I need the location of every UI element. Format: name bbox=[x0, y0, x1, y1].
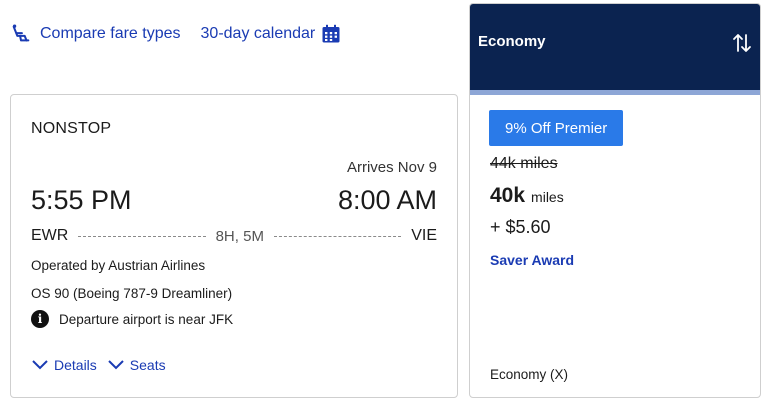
sort-icon[interactable] bbox=[732, 32, 752, 54]
flight-card: NONSTOP Arrives Nov 9 5:55 PM 8:00 AM EW… bbox=[10, 94, 458, 398]
compare-fare-types-link[interactable]: Compare fare types bbox=[10, 23, 181, 45]
top-links: Compare fare types 30-day calendar bbox=[10, 22, 341, 46]
flight-duration: 8H, 5M bbox=[215, 227, 264, 245]
arrival-date: Arrives Nov 9 bbox=[346, 159, 437, 176]
details-toggle[interactable]: Details bbox=[31, 357, 97, 373]
seat-icon bbox=[12, 24, 30, 42]
fare-option[interactable]: 9% Off Premier 44k miles 40k miles + $5.… bbox=[470, 95, 760, 397]
seats-label: Seats bbox=[129, 357, 166, 373]
route-line: EWR 8H, 5M VIE bbox=[31, 225, 437, 247]
miles-value: 40k bbox=[490, 184, 526, 207]
stop-type-label: NONSTOP bbox=[31, 120, 112, 137]
chevron-down-icon bbox=[32, 360, 48, 370]
saver-award-link[interactable]: Saver Award bbox=[490, 252, 574, 268]
operated-by: Operated by Austrian Airlines bbox=[31, 258, 206, 273]
chevron-down-icon bbox=[108, 360, 124, 370]
calendar-icon bbox=[322, 24, 340, 43]
fare-header-title: Economy bbox=[478, 33, 546, 50]
calendar-label: 30-day calendar bbox=[200, 25, 316, 42]
details-label: Details bbox=[54, 357, 97, 373]
fare-taxes: + $5.60 bbox=[490, 217, 551, 237]
departure-time: 5:55 PM bbox=[31, 185, 132, 215]
thirty-day-calendar-link[interactable]: 30-day calendar bbox=[201, 24, 342, 44]
miles-unit: miles bbox=[531, 189, 564, 205]
compare-fare-types-label: Compare fare types bbox=[40, 25, 181, 42]
economy-fare-column: Economy 9% Off Premier 44k miles 40k mil… bbox=[469, 3, 761, 398]
fare-header: Economy bbox=[470, 4, 760, 90]
airport-notice-text: Departure airport is near JFK bbox=[59, 311, 234, 327]
arrival-time: 8:00 AM bbox=[337, 185, 437, 215]
origin-code: EWR bbox=[31, 227, 69, 244]
route-divider bbox=[273, 235, 402, 237]
original-miles: 44k miles bbox=[490, 155, 558, 172]
seats-toggle[interactable]: Seats bbox=[107, 357, 166, 373]
flight-number: OS 90 (Boeing 787-9 Dreamliner) bbox=[31, 286, 233, 301]
info-icon: i bbox=[31, 310, 49, 328]
flight-toggles: Details Seats bbox=[31, 357, 176, 373]
promo-badge: 9% Off Premier bbox=[489, 110, 624, 146]
airport-notice: i Departure airport is near JFK bbox=[31, 310, 233, 328]
destination-code: VIE bbox=[411, 227, 438, 244]
route-divider bbox=[78, 235, 206, 237]
fare-miles: 40k miles bbox=[490, 184, 564, 208]
fare-class: Economy (X) bbox=[490, 367, 569, 382]
